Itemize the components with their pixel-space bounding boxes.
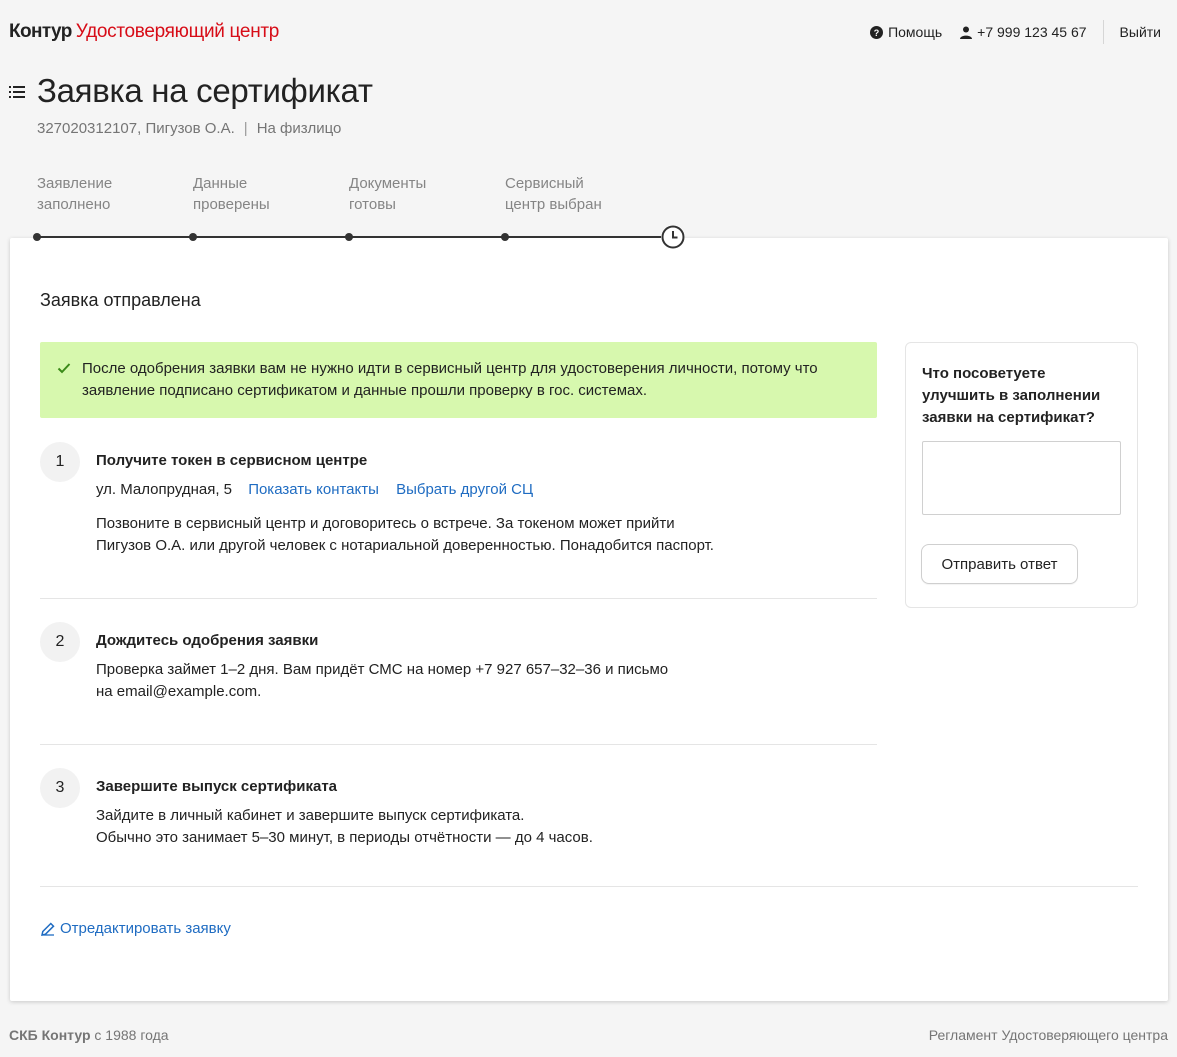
service-center-address: ул. Малопрудная, 5 bbox=[96, 481, 233, 498]
feedback-question: Что посоветуете улучшить в заполнении за… bbox=[922, 365, 1101, 426]
step-description-line: на email@example.com. bbox=[96, 683, 262, 700]
logo-product: Удостоверяющий центр bbox=[75, 21, 280, 42]
step-dot bbox=[189, 233, 197, 241]
clock-icon bbox=[661, 225, 685, 249]
list-icon[interactable] bbox=[9, 85, 25, 99]
step-label-line: Сервисный bbox=[505, 175, 584, 192]
success-text: После одобрения заявки вам не нужно идти… bbox=[82, 360, 818, 399]
step-title-issue: Завершите выпуск сертификата bbox=[96, 778, 338, 795]
step-label-verified: Данные проверены bbox=[193, 173, 323, 215]
user-menu[interactable]: +7 999 123 45 67 bbox=[960, 24, 1087, 40]
regulation-link[interactable]: Регламент Удостоверяющего центра bbox=[929, 1027, 1168, 1043]
application-card: Заявка отправлена После одобрения заявки… bbox=[10, 238, 1168, 1001]
footer-since: с 1988 года bbox=[94, 1027, 169, 1043]
user-phone: +7 999 123 45 67 bbox=[977, 24, 1087, 40]
choose-other-center-link[interactable]: Выбрать другой СЦ bbox=[396, 481, 533, 498]
page-title: Заявка на сертификат bbox=[37, 72, 373, 109]
step-description: Зайдите в личный кабинет и завершите вып… bbox=[96, 805, 593, 849]
step-label-line: центр выбран bbox=[505, 196, 602, 213]
divider bbox=[40, 886, 1138, 887]
application-id: 327020312107, Пигузов О.А. bbox=[37, 120, 235, 137]
step-label-line: готовы bbox=[349, 196, 396, 213]
edit-application-label: Отредактировать заявку bbox=[60, 920, 231, 937]
step-label-line: заполнено bbox=[37, 196, 111, 213]
help-label: Помощь bbox=[888, 24, 943, 40]
success-notice: После одобрения заявки вам не нужно идти… bbox=[40, 342, 877, 418]
card-title: Заявка отправлена bbox=[40, 290, 201, 310]
step-description-line: Проверка займет 1–2 дня. Вам придёт СМС … bbox=[96, 661, 669, 678]
stepper-track bbox=[37, 236, 673, 238]
help-link[interactable]: ? Помощь bbox=[870, 24, 942, 40]
step-dot bbox=[345, 233, 353, 241]
step-label-filled: Заявление заполнено bbox=[37, 173, 167, 215]
feedback-textarea[interactable] bbox=[922, 441, 1121, 515]
step-label-service-center: Сервисный центр выбран bbox=[505, 173, 635, 215]
step-number: 1 bbox=[40, 442, 80, 482]
show-contacts-link[interactable]: Показать контакты bbox=[248, 481, 379, 498]
step-description-line: Позвоните в сервисный центр и договорите… bbox=[96, 515, 675, 532]
current-step-marker bbox=[661, 225, 685, 249]
step-dot bbox=[501, 233, 509, 241]
step-number: 3 bbox=[40, 768, 80, 808]
step-description-line: Обычно это занимает 5–30 минут, в период… bbox=[96, 829, 593, 846]
header: Контур Удостоверяющий центр ? Помощь +7 9… bbox=[0, 0, 1177, 64]
application-type: На физлицо bbox=[256, 120, 342, 137]
page-subtitle: 327020312107, Пигузов О.А. | На физлицо bbox=[37, 120, 341, 137]
divider bbox=[40, 598, 877, 599]
divider bbox=[40, 744, 877, 745]
step-description-line: Пигузов О.А. или другой человек с нотари… bbox=[96, 537, 714, 554]
help-icon: ? bbox=[870, 25, 884, 39]
step-label-documents: Документы готовы bbox=[349, 173, 479, 215]
check-icon bbox=[57, 363, 71, 374]
step-title-token: Получите токен в сервисном центре bbox=[96, 452, 368, 469]
pencil-icon bbox=[41, 921, 55, 936]
step-label-line: Данные bbox=[193, 175, 248, 192]
submit-feedback-button[interactable]: Отправить ответ bbox=[921, 544, 1078, 584]
footer-copyright: СКБ Контур с 1988 года bbox=[9, 1027, 169, 1043]
header-actions: ? Помощь +7 999 123 45 67 Выйти bbox=[870, 20, 1161, 44]
step-description: Проверка займет 1–2 дня. Вам придёт СМС … bbox=[96, 659, 668, 703]
feedback-panel: Что посоветуете улучшить в заполнении за… bbox=[905, 342, 1138, 608]
logo-brand: Контур bbox=[9, 21, 72, 42]
step-label-line: проверены bbox=[193, 196, 270, 213]
step-title-approval: Дождитесь одобрения заявки bbox=[96, 632, 319, 649]
footer-company: СКБ Контур bbox=[9, 1027, 91, 1043]
logout-link[interactable]: Выйти bbox=[1120, 24, 1161, 40]
user-icon bbox=[960, 26, 973, 39]
step-description-line: Зайдите в личный кабинет и завершите вып… bbox=[96, 807, 525, 824]
step-label-line: Заявление bbox=[37, 175, 113, 192]
service-center-info: ул. Малопрудная, 5 Показать контакты Выб… bbox=[96, 479, 533, 501]
step-label-line: Документы bbox=[349, 175, 427, 192]
step-number: 2 bbox=[40, 622, 80, 662]
header-divider bbox=[1102, 20, 1104, 44]
svg-text:?: ? bbox=[874, 28, 880, 38]
step-dot bbox=[33, 233, 41, 241]
logo[interactable]: Контур Удостоверяющий центр bbox=[9, 21, 279, 43]
edit-application-link[interactable]: Отредактировать заявку bbox=[40, 920, 231, 937]
subtitle-separator: | bbox=[243, 120, 248, 137]
step-description: Позвоните в сервисный центр и договорите… bbox=[96, 513, 714, 557]
